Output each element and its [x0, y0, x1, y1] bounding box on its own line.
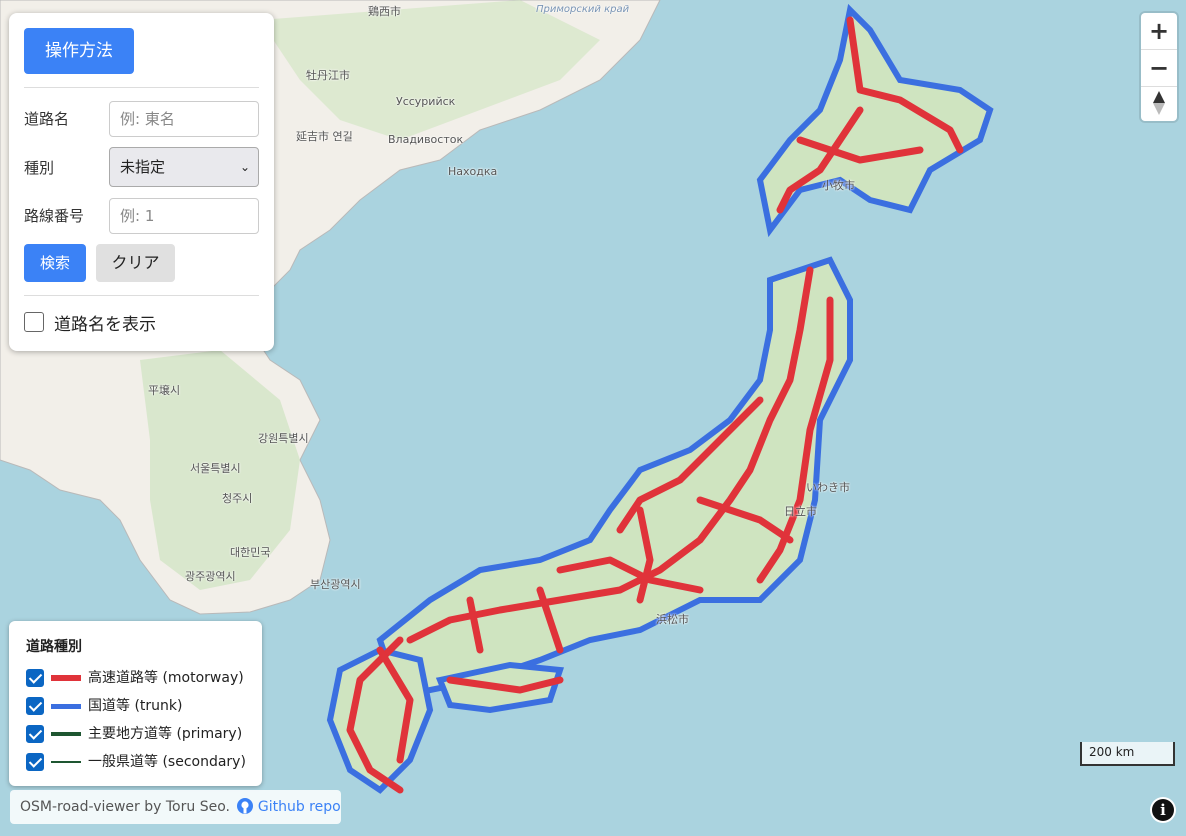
github-icon: [237, 798, 254, 814]
road-name-label: 道路名: [24, 110, 70, 128]
map-label: 대한민국: [230, 546, 271, 559]
scale-bar: 200 km: [1080, 742, 1175, 766]
chevron-down-icon: ⌄: [239, 160, 250, 174]
trunk-swatch: [51, 704, 81, 709]
github-link[interactable]: Github repo: [258, 799, 341, 815]
map-label: Приморский край: [536, 4, 630, 15]
road-name-input[interactable]: 例: 東名: [109, 101, 259, 137]
hokkaido: [756, 3, 994, 238]
type-select-value: 未指定: [120, 158, 166, 176]
motorway-checkbox[interactable]: [26, 669, 44, 687]
route-number-label: 路線番号: [24, 207, 85, 225]
map-label: Уссурийск: [396, 95, 456, 108]
clear-button[interactable]: クリア: [96, 244, 175, 282]
honshu: [376, 256, 853, 704]
type-label: 種別: [24, 159, 55, 177]
map-label: Находка: [448, 165, 498, 178]
legend-label: 国道等 (trunk): [88, 698, 183, 714]
divider: [24, 295, 259, 296]
map-label: 小牧市: [822, 179, 855, 192]
map-label: 서울특별시: [190, 462, 241, 475]
help-button[interactable]: 操作方法: [24, 28, 134, 74]
attribution: OSM-road-viewer by Toru Seo. Github repo: [10, 790, 341, 824]
zoom-out-button[interactable]: −: [1141, 49, 1177, 87]
attribution-text: OSM-road-viewer by Toru Seo.: [20, 799, 230, 815]
legend-label: 高速道路等 (motorway): [88, 670, 244, 686]
legend-label: 主要地方道等 (primary): [88, 726, 243, 742]
primary-swatch: [51, 732, 81, 736]
map-label: 日立市: [784, 505, 817, 518]
map-label: 平壌시: [148, 384, 181, 397]
show-names-label: 道路名を表示: [54, 315, 156, 335]
zoom-in-button[interactable]: +: [1141, 13, 1177, 49]
type-select[interactable]: 未指定 ⌄: [109, 147, 259, 187]
info-icon: i: [1152, 799, 1174, 821]
trunk-checkbox[interactable]: [26, 697, 44, 715]
legend-label: 一般県道等 (secondary): [88, 754, 246, 770]
primary-checkbox[interactable]: [26, 725, 44, 743]
map-label: 鶏西市: [368, 5, 401, 18]
info-button[interactable]: i: [1150, 797, 1176, 823]
divider: [24, 87, 259, 88]
compass-icon: [1153, 91, 1165, 115]
map-label: Владивосток: [388, 133, 464, 146]
kyushu: [326, 646, 434, 794]
map-label: 광주광역시: [185, 570, 236, 583]
map-label: 강원특별시: [258, 432, 309, 445]
secondary-swatch: [51, 761, 81, 763]
map-label: 부산광역시: [310, 578, 361, 591]
show-names-checkbox[interactable]: [24, 312, 44, 332]
search-panel: 操作方法 道路名 例: 東名 種別 未指定 ⌄ 路線番号 例: 1 検索 クリア…: [9, 13, 274, 351]
motorway-swatch: [51, 675, 81, 681]
road-type-legend: 道路種別 高速道路等 (motorway) 国道等 (trunk) 主要地方道等…: [9, 621, 262, 786]
map-label: いわき市: [806, 481, 850, 494]
route-number-input[interactable]: 例: 1: [109, 198, 259, 234]
map-label: 延吉市 연길: [296, 130, 353, 143]
zoom-control: + −: [1141, 13, 1177, 121]
map-label: 浜松市: [656, 613, 689, 626]
compass-button[interactable]: [1141, 85, 1177, 121]
secondary-checkbox[interactable]: [26, 753, 44, 771]
legend-title: 道路種別: [26, 639, 82, 655]
map-label: 牡丹江市: [306, 69, 350, 82]
map-label: 청주시: [222, 492, 253, 505]
search-button[interactable]: 検索: [24, 244, 86, 282]
